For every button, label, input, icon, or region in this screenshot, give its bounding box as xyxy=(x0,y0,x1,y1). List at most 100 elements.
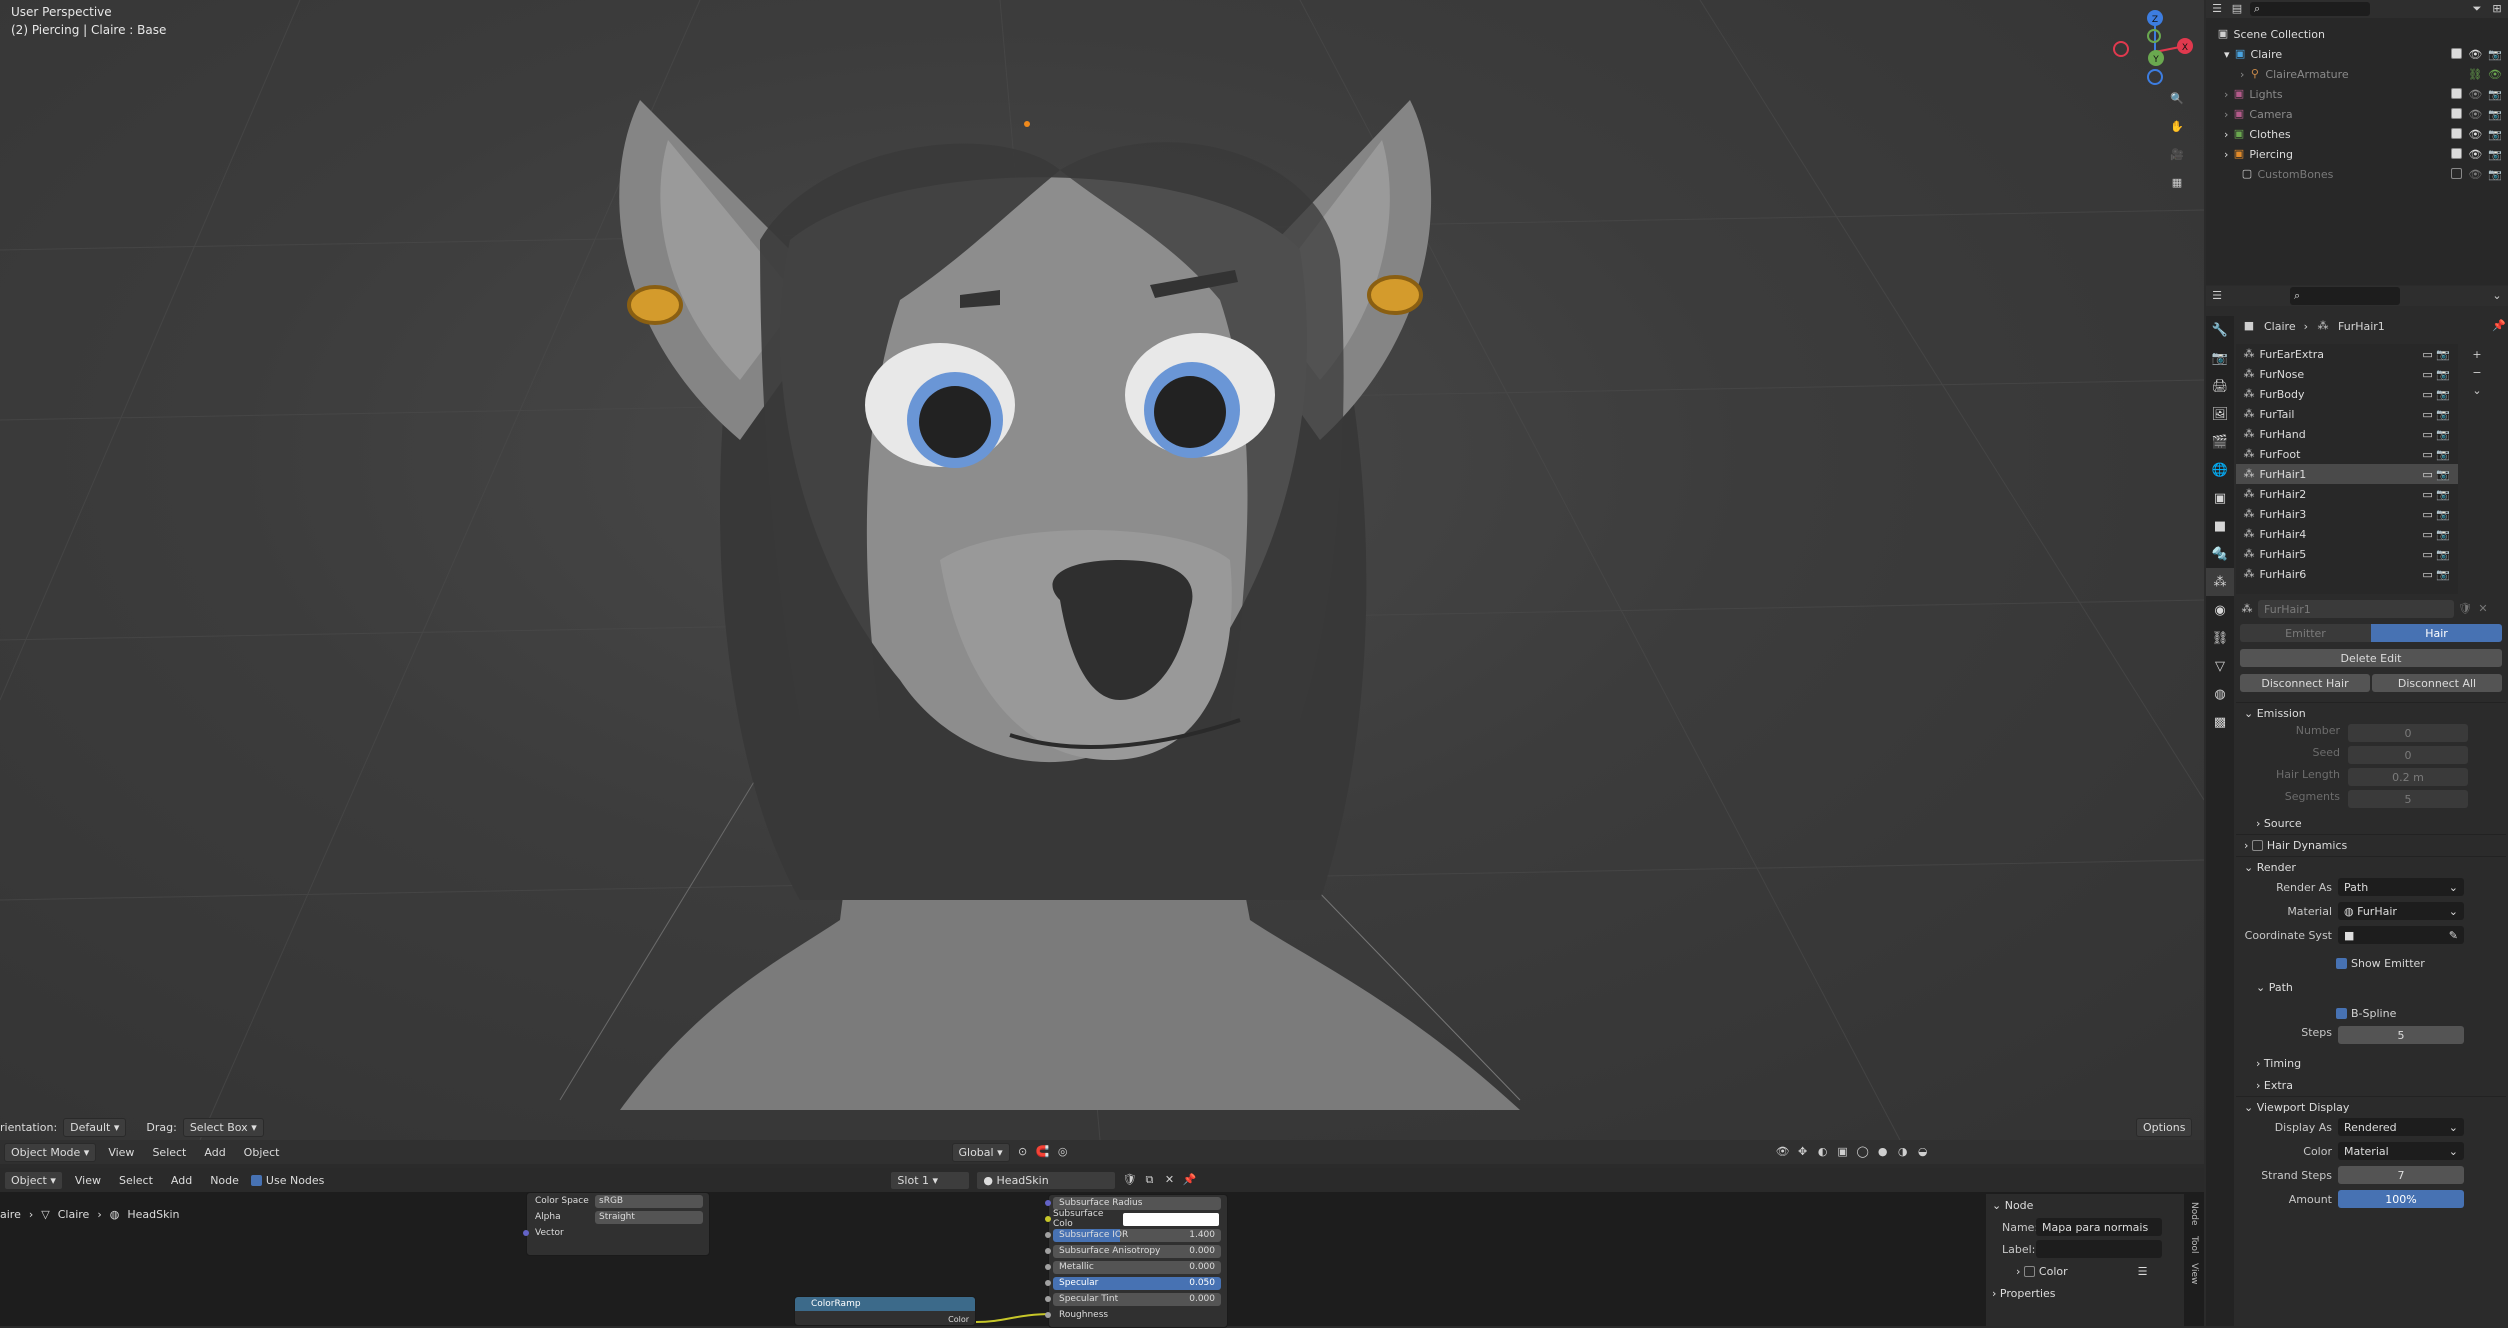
output-tab-icon[interactable]: 🖨 xyxy=(2206,372,2234,400)
node-name-input[interactable]: Mapa para normais xyxy=(2036,1218,2162,1236)
view-layer-tab-icon[interactable]: 🖼 xyxy=(2206,400,2234,428)
camera-view-icon[interactable]: 🎥 xyxy=(2170,148,2184,162)
particles-tab-icon[interactable]: ⁂ xyxy=(2206,568,2234,596)
node-view-menu[interactable]: View xyxy=(69,1172,107,1189)
node-label-input[interactable] xyxy=(2036,1240,2162,1258)
zoom-icon[interactable]: 🔍 xyxy=(2170,92,2184,106)
outliner-item-custombones[interactable]: ▢ CustomBones 👁 📷 xyxy=(2206,164,2508,184)
color-dropdown[interactable]: Material ⌄ xyxy=(2338,1142,2464,1160)
tool-tab-icon[interactable]: 🔧 xyxy=(2206,316,2234,344)
data-tab-icon[interactable]: ▽ xyxy=(2206,652,2234,680)
seed-field[interactable]: 0 xyxy=(2348,746,2468,764)
eye-icon[interactable]: 👁 xyxy=(2488,68,2502,81)
visibility-icons[interactable]: ▭ 📷 xyxy=(2422,348,2450,361)
specular-slider[interactable]: Specular 0.050 xyxy=(1053,1276,1221,1290)
outliner-item-clothes[interactable]: › ▣ Clothes 👁 📷 xyxy=(2206,124,2508,144)
grid-toggle-icon[interactable]: ▦ xyxy=(2170,176,2184,190)
3d-viewport[interactable]: User Perspective (2) Piercing | Claire :… xyxy=(0,0,2204,1140)
particle-system-item[interactable]: ⁂ FurHair4 ▭ 📷 xyxy=(2236,524,2458,544)
shading-wire-icon[interactable]: ◯ xyxy=(1856,1145,1870,1159)
material-dropdown[interactable]: ◍ FurHair ⌄ xyxy=(2338,902,2464,920)
pan-hand-icon[interactable]: ✋ xyxy=(2170,120,2184,134)
extra-subpanel[interactable]: › Extra xyxy=(2236,1074,2506,1096)
colorramp-node[interactable]: ColorRamp Color xyxy=(794,1296,976,1326)
coordinate-system-field[interactable]: ■ ✎ xyxy=(2338,926,2464,944)
visibility-icons[interactable]: ▭ 📷 xyxy=(2422,468,2450,481)
camera-icon[interactable]: 📷 xyxy=(2488,128,2502,141)
eye-icon[interactable]: 👁 xyxy=(2468,48,2482,61)
sidebar-tab-view[interactable]: View xyxy=(2189,1263,2199,1284)
options-button[interactable]: Options xyxy=(2136,1118,2193,1137)
hair-length-field[interactable]: 0.2 m xyxy=(2348,768,2468,786)
outliner-item-piercing[interactable]: › ▣ Piercing 👁 📷 xyxy=(2206,144,2508,164)
properties-options-icon[interactable]: ⌄ xyxy=(2490,289,2504,303)
hair-dynamics-panel[interactable]: › Hair Dynamics xyxy=(2236,834,2506,856)
particle-settings-icon[interactable]: ⁂ xyxy=(2240,602,2254,616)
material-tab-icon[interactable]: ◍ xyxy=(2206,680,2234,708)
display-mode-icon[interactable]: ▤ xyxy=(2230,2,2244,16)
outliner-search-input[interactable]: ⌕ xyxy=(2250,2,2370,16)
particle-system-item[interactable]: ⁂ FurFoot ▭ 📷 xyxy=(2236,444,2458,464)
strand-steps-field[interactable]: 7 xyxy=(2338,1166,2464,1184)
camera-icon[interactable]: 📷 xyxy=(2488,88,2502,101)
particle-system-item-selected[interactable]: ⁂ FurHair1 ▭ 📷 xyxy=(2236,464,2458,484)
disconnect-hair-button[interactable]: Disconnect Hair xyxy=(2240,674,2370,692)
particle-system-item[interactable]: ⁂ FurHand ▭ 📷 xyxy=(2236,424,2458,444)
number-field[interactable]: 0 xyxy=(2348,724,2468,742)
exclude-checkbox[interactable] xyxy=(2451,47,2463,59)
exclude-checkbox[interactable] xyxy=(2451,167,2463,179)
remove-particle-system-icon[interactable]: − xyxy=(2470,366,2484,380)
drag-dropdown[interactable]: Select Box ▾ xyxy=(182,1118,264,1137)
render-panel-header[interactable]: ⌄ Render xyxy=(2236,856,2506,878)
visibility-icons[interactable]: ▭ 📷 xyxy=(2422,568,2450,581)
metallic-slider[interactable]: Metallic 0.000 xyxy=(1053,1260,1221,1274)
alpha-dropdown[interactable]: Straight xyxy=(595,1210,703,1224)
outliner-item-lights[interactable]: › ▣ Lights 👁 📷 xyxy=(2206,84,2508,104)
visibility-icons[interactable]: ▭ 📷 xyxy=(2422,428,2450,441)
properties-search-input[interactable]: ⌕ xyxy=(2290,287,2400,305)
node-node-menu[interactable]: Node xyxy=(204,1172,245,1189)
subsurface-radius-dropdown[interactable]: Subsurface Radius xyxy=(1053,1196,1221,1210)
camera-icon[interactable]: 📷 xyxy=(2488,48,2502,61)
pin-icon[interactable]: 📌 xyxy=(1182,1173,1197,1187)
particle-system-item[interactable]: ⁂ FurHair2 ▭ 📷 xyxy=(2236,484,2458,504)
view-menu[interactable]: View xyxy=(102,1144,140,1161)
world-tab-icon[interactable]: 🌐 xyxy=(2206,456,2234,484)
slot-dropdown[interactable]: Slot 1 ▾ xyxy=(890,1170,971,1190)
visibility-icons[interactable]: ▭ 📷 xyxy=(2422,408,2450,421)
collection-tab-icon[interactable]: ▣ xyxy=(2206,484,2234,512)
amount-slider[interactable]: 100% xyxy=(2338,1190,2464,1208)
visibility-icons[interactable]: ▭ 📷 xyxy=(2422,448,2450,461)
pin-icon[interactable]: 📌 xyxy=(2492,319,2506,333)
select-menu[interactable]: Select xyxy=(146,1144,192,1161)
eye-icon[interactable]: 👁 xyxy=(2468,128,2482,141)
exclude-checkbox[interactable] xyxy=(2451,147,2463,159)
object-tab-icon[interactable]: ■ xyxy=(2206,512,2234,540)
properties-editor-type-icon[interactable]: ☰ xyxy=(2210,289,2224,303)
list-icon[interactable]: ☰ xyxy=(2138,1265,2148,1278)
pivot-icon[interactable]: ⊙ xyxy=(1016,1145,1030,1159)
particle-system-item[interactable]: ⁂ FurHair3 ▭ 📷 xyxy=(2236,504,2458,524)
visibility-icon[interactable]: 👁 xyxy=(1776,1145,1790,1159)
type-hair-button[interactable]: Hair xyxy=(2371,624,2502,642)
camera-icon[interactable]: 📷 xyxy=(2488,148,2502,161)
editor-type-dropdown[interactable]: Object ▾ xyxy=(4,1170,63,1190)
outliner-item-camera[interactable]: › ▣ Camera 👁 📷 xyxy=(2206,104,2508,124)
subsurface-ior-slider[interactable]: Subsurface IOR 1.400 xyxy=(1053,1228,1221,1242)
particle-system-list[interactable]: ⁂ FurEarExtra ▭ 📷 ⁂ FurNose ▭ 📷 ⁂ FurBody ▭… xyxy=(2236,344,2458,594)
specular-tint-slider[interactable]: Specular Tint 0.000 xyxy=(1053,1292,1221,1306)
sidebar-tab-tool[interactable]: Tool xyxy=(2189,1236,2199,1253)
eye-icon[interactable]: 👁 xyxy=(2468,108,2482,121)
particle-system-item[interactable]: ⁂ FurHair6 ▭ 📷 xyxy=(2236,564,2458,584)
emission-panel-header[interactable]: ⌄ Emission xyxy=(2236,702,2506,724)
delete-edit-button[interactable]: Delete Edit xyxy=(2240,649,2502,667)
disconnect-all-button[interactable]: Disconnect All xyxy=(2372,674,2502,692)
outliner-editor-type-icon[interactable]: ☰ xyxy=(2210,2,2224,16)
object-mode-dropdown[interactable]: Object Mode ▾ xyxy=(4,1142,97,1162)
eye-icon[interactable]: 👁 xyxy=(2468,148,2482,161)
use-nodes-toggle[interactable]: Use Nodes xyxy=(250,1174,324,1187)
gizmo-toggle-icon[interactable]: ✥ xyxy=(1796,1145,1810,1159)
use-nodes-checkbox[interactable] xyxy=(250,1174,262,1186)
particle-settings-name-input[interactable]: FurHair1 xyxy=(2258,600,2454,618)
render-tab-icon[interactable]: 📷 xyxy=(2206,344,2234,372)
